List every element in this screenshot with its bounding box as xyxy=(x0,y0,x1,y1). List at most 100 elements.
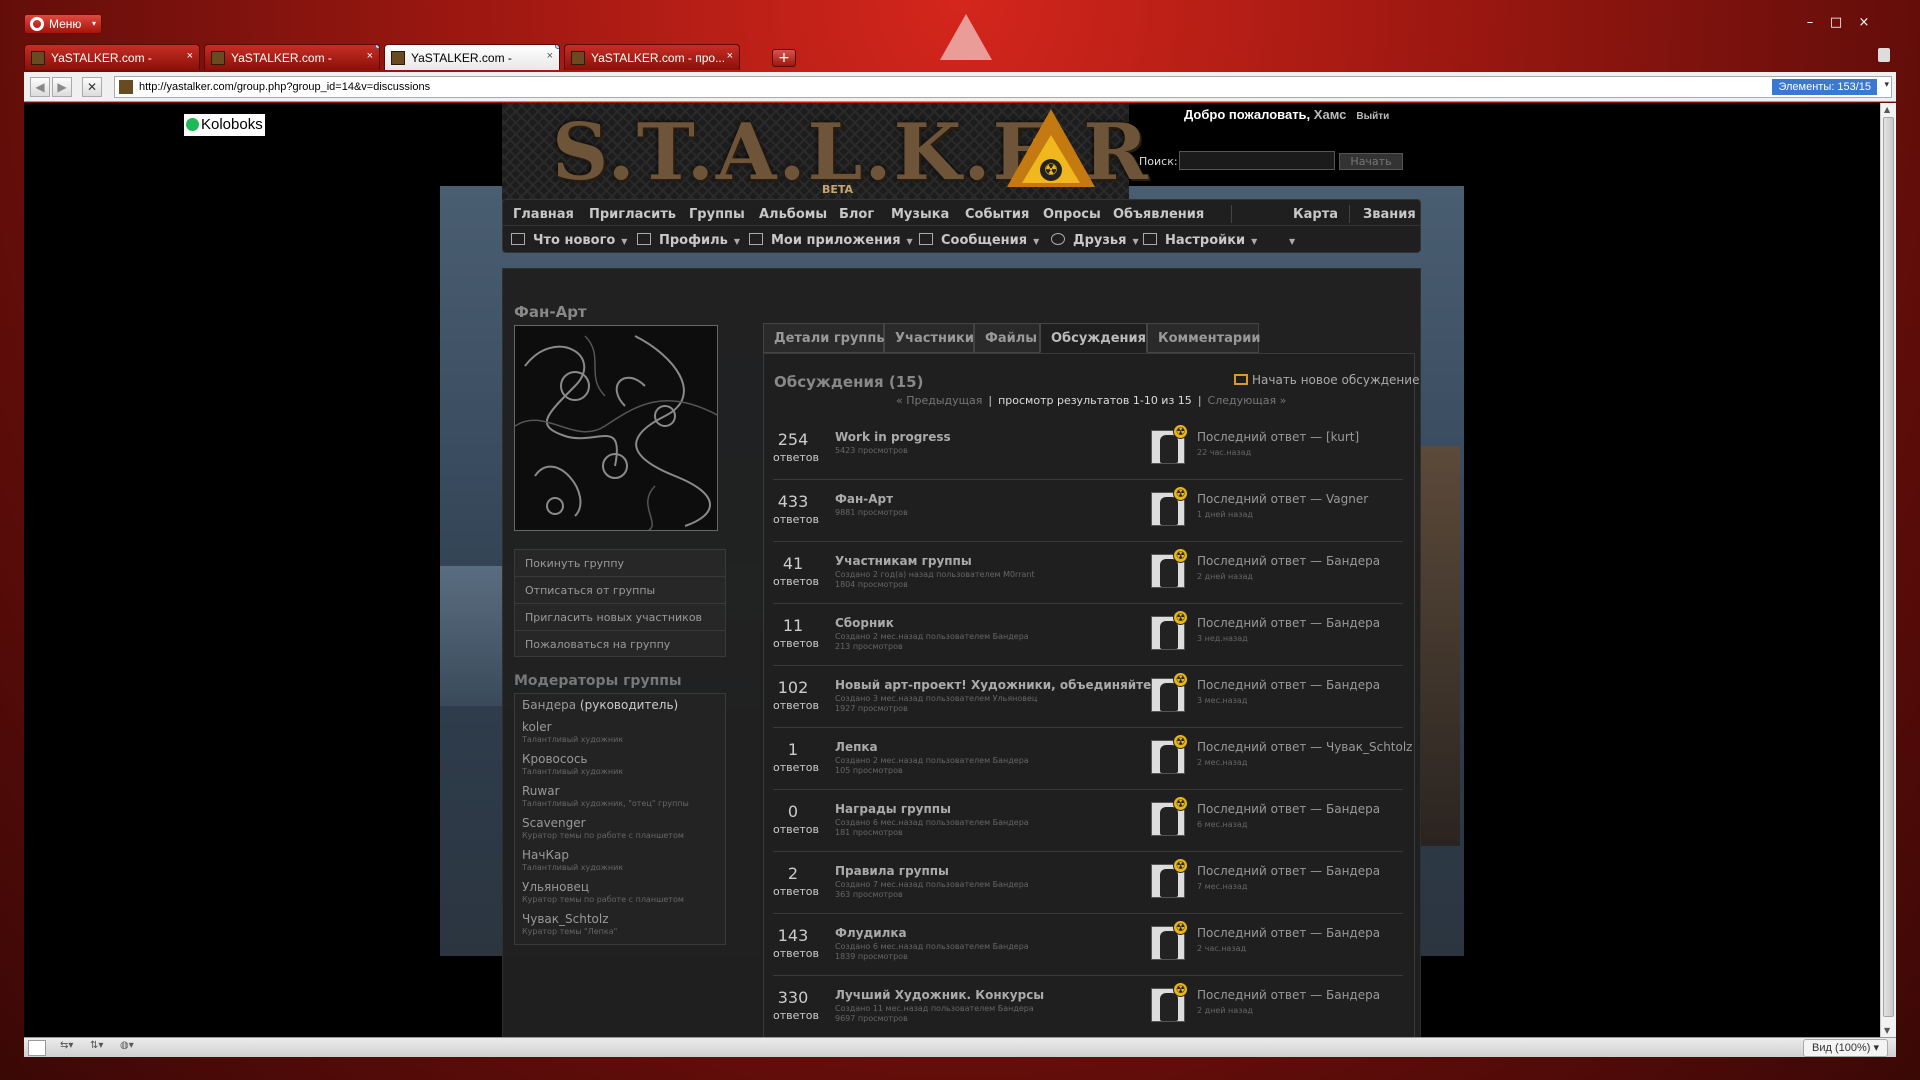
nav-more-dropdown[interactable]: ▼ xyxy=(1283,233,1295,248)
vertical-scrollbar[interactable]: ▲ ▼ xyxy=(1880,103,1896,1037)
nav-albums[interactable]: Альбомы xyxy=(759,207,827,222)
group-image[interactable] xyxy=(514,325,718,531)
zoom-control[interactable]: Вид (100%) ▾ xyxy=(1803,1039,1888,1057)
last-reply[interactable]: Последний ответ — Бандера xyxy=(1197,616,1380,630)
sync-icon[interactable]: ⇆▾ xyxy=(60,1040,73,1056)
address-field[interactable]: http://yastalker.com/group.php?group_id=… xyxy=(114,76,1892,98)
moderator-name[interactable]: koler xyxy=(522,720,718,734)
nav-map[interactable]: Карта xyxy=(1293,207,1338,222)
discussion-row[interactable]: 2 ответов Правила группы Создано 7 мес.наза… xyxy=(773,852,1403,914)
search-button[interactable]: Начать xyxy=(1339,153,1403,170)
nav-friends[interactable]: Друзья ▼ xyxy=(1051,233,1139,248)
nav-blog[interactable]: Блог xyxy=(839,207,874,222)
close-tab-icon[interactable]: × xyxy=(547,50,553,62)
discussion-title[interactable]: Правила группы xyxy=(835,864,949,878)
last-reply[interactable]: Последний ответ — Бандера xyxy=(1197,864,1380,878)
nav-music[interactable]: Музыка xyxy=(891,207,949,222)
panel-toggle-icon[interactable] xyxy=(28,1040,46,1056)
moderator-name[interactable]: НачКар xyxy=(522,848,718,862)
discussion-row[interactable]: 41 ответов Участникам группы Создано 2 год(… xyxy=(773,542,1403,604)
browser-tab[interactable]: YaSTALKER.com - × xyxy=(204,44,380,70)
new-discussion-link[interactable]: Начать новое обсуждение xyxy=(1234,373,1419,387)
browser-tab[interactable]: YaSTALKER.com - × xyxy=(24,44,200,70)
invite-members-link[interactable]: Пригласить новых участников xyxy=(514,603,726,630)
last-reply[interactable]: Последний ответ — Бандера xyxy=(1197,554,1380,568)
nav-settings[interactable]: Настройки ▼ xyxy=(1143,233,1257,248)
moderator-name[interactable]: Scavenger xyxy=(522,816,718,830)
discussion-row[interactable]: 330 ответов Лучший Художник. Конкурсы Созда… xyxy=(773,976,1403,1037)
discussion-row[interactable]: 1 ответов Лепка Создано 2 мес.назад пользов… xyxy=(773,728,1412,790)
scroll-up-icon[interactable]: ▲ xyxy=(1884,105,1890,114)
close-tab-icon[interactable]: × xyxy=(187,50,193,62)
nav-home[interactable]: Главная xyxy=(513,207,574,222)
tab-files[interactable]: Файлы xyxy=(974,323,1040,353)
last-reply[interactable]: Последний ответ — Бандера xyxy=(1197,802,1380,816)
discussion-row[interactable]: 0 ответов Награды группы Создано 6 мес.наза… xyxy=(773,790,1403,852)
minimize-button[interactable]: – xyxy=(1798,14,1822,32)
moderator-name[interactable]: Ruwar xyxy=(522,784,718,798)
report-group-link[interactable]: Пожаловаться на группу xyxy=(514,630,726,657)
moderator-name[interactable]: Чувак_Schtolz xyxy=(522,912,718,926)
tab-comments[interactable]: Комментарии xyxy=(1147,323,1260,353)
koloboks-widget[interactable]: Koloboks xyxy=(184,114,265,136)
nav-polls[interactable]: Опросы xyxy=(1043,207,1101,222)
nav-my-apps[interactable]: Мои приложения ▼ xyxy=(749,233,913,248)
discussion-title[interactable]: Лепка xyxy=(835,740,878,754)
discussion-title[interactable]: Флудилка xyxy=(835,926,907,940)
nav-groups[interactable]: Группы xyxy=(689,207,745,222)
moderator-name[interactable]: Кровосось xyxy=(522,752,718,766)
nav-whats-new[interactable]: Что нового ▼ xyxy=(511,233,627,248)
pager-next[interactable]: Следующая » xyxy=(1208,394,1287,407)
logout-link[interactable]: Выйти xyxy=(1356,111,1389,122)
discussion-row[interactable]: 143 ответов Флудилка Создано 6 мес.назад по… xyxy=(773,914,1403,976)
username-link[interactable]: Хамс xyxy=(1314,107,1347,122)
maximize-button[interactable]: □ xyxy=(1824,14,1848,32)
new-tab-button[interactable]: + xyxy=(772,49,796,67)
nav-profile[interactable]: Профиль ▼ xyxy=(637,233,740,248)
nav-invite[interactable]: Пригласить xyxy=(589,207,676,222)
search-input[interactable] xyxy=(1179,151,1335,170)
stop-icon[interactable]: ✕ xyxy=(82,77,102,97)
url-text[interactable]: http://yastalker.com/group.php?group_id=… xyxy=(139,81,430,93)
nav-ads[interactable]: Объявления xyxy=(1113,207,1204,222)
back-arrow-icon[interactable]: ◀ xyxy=(30,77,50,97)
discussion-row[interactable]: 11 ответов Сборник Создано 2 мес.назад поль… xyxy=(773,604,1403,666)
moderator-name[interactable]: Бандера xyxy=(522,698,576,712)
nav-events[interactable]: События xyxy=(965,207,1029,222)
discussion-title[interactable]: Участникам группы xyxy=(835,554,972,568)
discussion-title[interactable]: Сборник xyxy=(835,616,894,630)
discussion-row[interactable]: 102 ответов Новый арт-проект! Художники, о… xyxy=(773,666,1403,728)
nav-ranks[interactable]: Звания xyxy=(1363,207,1416,222)
discussion-title[interactable]: Награды группы xyxy=(835,802,951,816)
forward-arrow-icon[interactable]: ▶ xyxy=(52,77,72,97)
scroll-down-icon[interactable]: ▼ xyxy=(1884,1026,1890,1035)
nav-messages[interactable]: Сообщения ▼ xyxy=(919,233,1039,248)
discussion-row[interactable]: 254 ответов Work in progress 5423 просмотро… xyxy=(773,418,1403,480)
browser-tab-active[interactable]: YaSTALKER.com - × xyxy=(384,44,560,70)
pager-prev[interactable]: « Предыдущая xyxy=(896,394,982,407)
last-reply[interactable]: Последний ответ — [kurt] xyxy=(1197,430,1359,444)
discussion-title[interactable]: Work in progress xyxy=(835,430,951,444)
trash-icon[interactable] xyxy=(1878,48,1890,62)
close-tab-icon[interactable]: × xyxy=(367,50,373,62)
close-tab-icon[interactable]: × xyxy=(727,50,733,62)
close-window-button[interactable]: × xyxy=(1852,14,1876,32)
opera-menu-button[interactable]: Меню ▾ xyxy=(24,14,102,34)
last-reply[interactable]: Последний ответ — Бандера xyxy=(1197,926,1380,940)
discussion-row[interactable]: 433 ответов Фан-Арт 9881 просмотров ☢ Последн… xyxy=(773,480,1403,542)
discussion-title[interactable]: Фан-Арт xyxy=(835,492,893,506)
moderator-name[interactable]: Ульяновец xyxy=(522,880,718,894)
tab-members[interactable]: Участники xyxy=(884,323,974,353)
scrollbar-thumb[interactable] xyxy=(1883,117,1894,1017)
discussion-title[interactable]: Лучший Художник. Конкурсы xyxy=(835,988,1044,1002)
tab-group-details[interactable]: Детали группы xyxy=(763,323,888,353)
last-reply[interactable]: Последний ответ — Vagner xyxy=(1197,492,1368,506)
tab-discussions[interactable]: Обсуждения xyxy=(1040,323,1147,353)
last-reply[interactable]: Последний ответ — Бандера xyxy=(1197,678,1380,692)
browser-tab[interactable]: YaSTALKER.com - про... × xyxy=(564,44,740,70)
last-reply[interactable]: Последний ответ — Бандера xyxy=(1197,988,1380,1002)
unsubscribe-link[interactable]: Отписаться от группы xyxy=(514,576,726,603)
leave-group-link[interactable]: Покинуть группу xyxy=(514,549,726,576)
last-reply[interactable]: Последний ответ — Чувак_Schtolz xyxy=(1197,740,1412,754)
chevron-down-icon[interactable]: ▾ xyxy=(1884,80,1889,90)
